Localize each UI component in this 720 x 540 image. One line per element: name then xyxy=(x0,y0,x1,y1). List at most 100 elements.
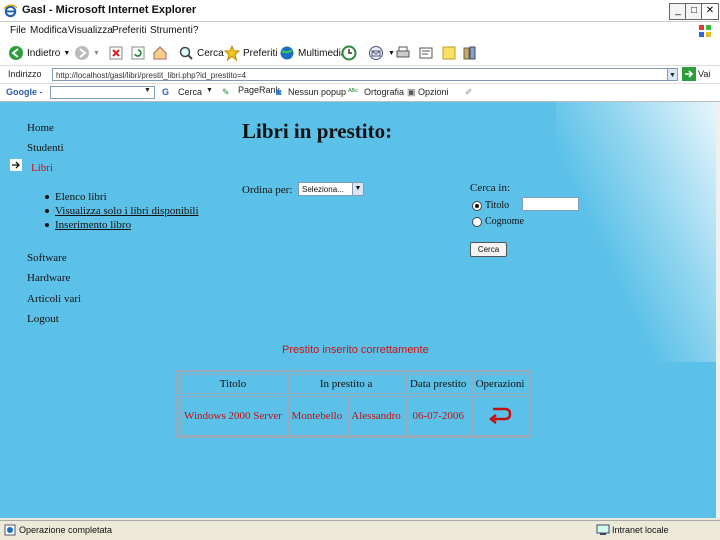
mail-dropdown-icon: ▼ xyxy=(388,49,395,57)
return-book-icon[interactable] xyxy=(487,405,513,425)
home-icon xyxy=(153,46,167,60)
forward-arrow-icon xyxy=(75,46,89,60)
table-header-row: Titolo In prestito a Data prestito Opera… xyxy=(180,374,528,394)
close-button[interactable]: ✕ xyxy=(701,3,719,20)
spellcheck-button[interactable]: Ortografia xyxy=(364,87,404,97)
forward-dropdown-icon: ▼ xyxy=(93,49,100,57)
nav-hardware[interactable]: Hardware xyxy=(27,272,70,284)
print-button[interactable] xyxy=(395,44,411,62)
vertical-scrollbar[interactable] xyxy=(716,102,720,518)
media-globe-icon xyxy=(280,46,294,60)
go-arrow-icon[interactable] xyxy=(682,67,696,81)
radio-titolo[interactable]: Titolo xyxy=(472,200,509,211)
popup-blocker-icon: ◙ xyxy=(276,87,282,97)
address-dropdown-icon[interactable]: ▼ xyxy=(667,68,678,81)
research-icon xyxy=(463,46,476,60)
google-brand[interactable]: Google - xyxy=(6,87,43,97)
history-button[interactable] xyxy=(341,44,357,62)
subnav-libri-disponibili[interactable]: Visualizza solo i libri disponibili xyxy=(45,205,199,217)
search-input[interactable] xyxy=(522,197,579,211)
col-header-operazioni: Operazioni xyxy=(472,374,528,394)
zone-text: Intranet locale xyxy=(612,525,669,535)
address-bar: Indirizzo http://localhost/gasl/libri/pr… xyxy=(0,66,720,84)
mail-icon xyxy=(369,46,383,60)
favorites-button[interactable]: Preferiti xyxy=(224,44,277,62)
loans-table: Titolo In prestito a Data prestito Opera… xyxy=(176,370,532,438)
menu-strumenti[interactable]: Strumenti xyxy=(150,25,193,36)
radio-cognome[interactable]: Cognome xyxy=(472,216,524,227)
menu-visualizza[interactable]: Visualizza xyxy=(68,25,113,36)
sort-label: Ordina per: xyxy=(242,184,293,196)
menu-bar: File Modifica Visualizza Preferiti Strum… xyxy=(0,22,720,40)
bullet-icon xyxy=(45,195,49,200)
address-input[interactable]: http://localhost/gasl/libri/prestit_libr… xyxy=(52,68,677,81)
status-bar: Operazione completata Intranet locale xyxy=(0,520,720,540)
refresh-icon xyxy=(131,46,145,60)
menu-preferiti[interactable]: Preferiti xyxy=(112,25,146,36)
cell-operazioni xyxy=(472,396,528,436)
google-search-input[interactable] xyxy=(50,86,155,99)
subnav-elenco-libri[interactable]: Elenco libri xyxy=(45,191,107,203)
google-toolbar: Google - ▼ G Cerca ▼ ✎ PageRank ◙ Nessun… xyxy=(0,84,720,102)
back-button[interactable]: Indietro ▼ xyxy=(8,44,70,62)
window-title: Gasl - Microsoft Internet Explorer xyxy=(22,4,197,16)
nav-articoli-vari[interactable]: Articoli vari xyxy=(27,293,81,305)
windows-flag-icon xyxy=(699,25,711,37)
printer-icon xyxy=(396,46,410,58)
highlighter-icon[interactable]: ✐ xyxy=(465,87,473,98)
nav-studenti[interactable]: Studenti xyxy=(27,142,64,154)
current-arrow-icon xyxy=(10,159,22,171)
search-icon xyxy=(179,46,193,60)
google-search-dropdown-icon[interactable]: ▼ xyxy=(206,87,213,94)
nav-logout[interactable]: Logout xyxy=(27,313,59,325)
google-dropdown-icon[interactable]: ▼ xyxy=(144,87,151,94)
messenger-button[interactable] xyxy=(462,44,478,62)
chevron-down-icon: ▼ xyxy=(352,183,363,195)
options-icon: ▣ xyxy=(407,87,416,97)
cell-cognome: Montebello xyxy=(287,396,346,436)
options-button[interactable]: Opzioni xyxy=(418,87,449,97)
table-row: Windows 2000 Server Montebello Alessandr… xyxy=(180,396,528,436)
page-content: Home Studenti Libri Elenco libri Visuali… xyxy=(0,102,716,518)
forward-button[interactable]: ▼ xyxy=(74,44,100,62)
edit-page-icon xyxy=(419,47,433,59)
google-g-icon: G xyxy=(162,87,170,97)
menu-modifica[interactable]: Modifica xyxy=(30,25,67,36)
success-message: Prestito inserito correttamente xyxy=(282,344,429,356)
sort-select[interactable]: Seleziona... ▼ xyxy=(298,182,364,196)
media-button[interactable]: Multimedia xyxy=(279,44,346,62)
browser-window: Gasl - Microsoft Internet Explorer _ □ ✕… xyxy=(0,0,720,540)
history-icon xyxy=(341,45,357,61)
stop-button[interactable] xyxy=(108,44,124,62)
cell-titolo: Windows 2000 Server xyxy=(180,396,286,436)
search-button[interactable]: Cerca xyxy=(178,44,224,62)
nav-libri[interactable]: Libri xyxy=(31,162,53,174)
nav-home[interactable]: Home xyxy=(27,122,54,134)
intranet-zone-icon xyxy=(596,524,610,535)
popup-blocker-button[interactable]: Nessun popup xyxy=(288,87,346,97)
subnav-inserimento-libro[interactable]: Inserimento libro xyxy=(45,219,131,231)
page-title: Libri in prestito: xyxy=(242,119,393,143)
pagerank-icon: ✎ xyxy=(222,87,230,97)
go-button[interactable]: Vai xyxy=(698,69,710,79)
col-header-in-prestito: In prestito a xyxy=(287,374,405,394)
search-button[interactable]: Cerca xyxy=(470,242,507,257)
ie-logo-icon xyxy=(3,4,18,18)
bullet-icon xyxy=(45,223,49,228)
pagerank-button[interactable]: PageRank xyxy=(238,85,280,95)
back-dropdown-icon: ▼ xyxy=(63,49,71,57)
nav-software[interactable]: Software xyxy=(27,252,67,264)
menu-file[interactable]: File xyxy=(10,25,26,36)
menu-help[interactable]: ? xyxy=(193,25,199,36)
mail-button[interactable]: ▼ xyxy=(367,44,395,62)
notes-button[interactable] xyxy=(441,44,457,62)
back-arrow-icon xyxy=(9,46,23,60)
home-button[interactable] xyxy=(152,44,168,62)
col-header-data-prestito: Data prestito xyxy=(406,374,471,394)
address-label: Indirizzo xyxy=(8,69,42,79)
refresh-button[interactable] xyxy=(130,44,146,62)
radio-unselected-icon xyxy=(472,216,482,227)
title-bar: Gasl - Microsoft Internet Explorer _ □ ✕ xyxy=(0,0,720,22)
edit-button[interactable] xyxy=(418,44,434,62)
google-search-button[interactable]: Cerca xyxy=(178,87,202,97)
